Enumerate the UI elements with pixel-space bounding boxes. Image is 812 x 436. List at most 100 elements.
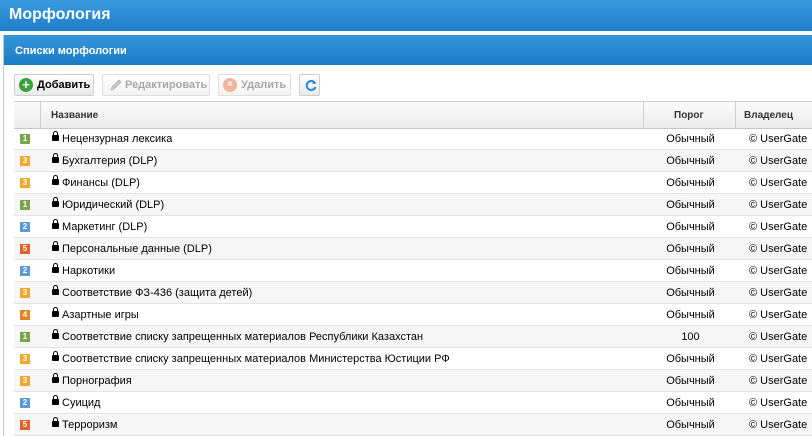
row-threshold: Обычный xyxy=(666,133,715,145)
row-threshold: Обычный xyxy=(666,287,715,299)
row-name: Соответствие списку запрещенных материал… xyxy=(62,353,450,365)
window-titlebar: Морфология xyxy=(0,0,812,31)
row-name: Персональные данные (DLP) xyxy=(62,243,212,255)
row-owner: © UserGate xyxy=(749,243,808,255)
table-row[interactable]: 3 Бухгалтерия (DLP) Обычный © UserGate xyxy=(14,150,812,172)
level-badge: 2 xyxy=(20,266,30,276)
row-owner: © UserGate xyxy=(749,155,808,167)
table-header: Название Порог Владелец xyxy=(14,101,812,129)
lock-icon xyxy=(52,417,59,427)
row-name: Бухгалтерия (DLP) xyxy=(62,155,158,167)
level-badge: 3 xyxy=(20,156,30,166)
table-row[interactable]: 3 Соответствие ФЗ-436 (защита детей) Обычн… xyxy=(14,282,812,304)
lock-icon xyxy=(52,373,59,383)
row-threshold: Обычный xyxy=(666,397,715,409)
table-row[interactable]: 2 Маркетинг (DLP) Обычный © UserGate xyxy=(14,216,812,238)
delete-icon: × xyxy=(223,78,237,92)
row-threshold: Обычный xyxy=(666,199,715,211)
row-name: Терроризм xyxy=(62,419,118,431)
level-badge: 1 xyxy=(20,134,30,144)
lock-icon xyxy=(52,131,59,141)
level-badge: 3 xyxy=(20,354,30,364)
lock-icon xyxy=(52,153,59,163)
table-row[interactable]: 3 Финансы (DLP) Обычный © UserGate xyxy=(14,172,812,194)
refresh-icon xyxy=(305,80,317,91)
row-name: Юридический (DLP) xyxy=(62,199,165,211)
lock-icon xyxy=(52,395,59,405)
lock-icon xyxy=(52,329,59,339)
lock-icon xyxy=(52,285,59,295)
panel-title: Списки морфологии xyxy=(15,45,127,57)
level-badge: 5 xyxy=(20,420,30,430)
column-header-threshold[interactable]: Порог xyxy=(674,110,704,121)
table-row[interactable]: 5 Персональные данные (DLP) Обычный © UserG… xyxy=(14,238,812,260)
table-row[interactable]: 1 Нецензурная лексика Обычный © UserGate xyxy=(14,128,812,150)
row-name: Маркетинг (DLP) xyxy=(62,221,148,233)
row-threshold: Обычный xyxy=(666,375,715,387)
row-name: Соответствие ФЗ-436 (защита детей) xyxy=(62,287,253,299)
lock-icon xyxy=(52,351,59,361)
row-threshold: Обычный xyxy=(666,177,715,189)
delete-button[interactable]: × Удалить xyxy=(218,74,291,96)
level-badge: 3 xyxy=(20,288,30,298)
morphology-panel: Списки морфологии + Добавить Редактирова… xyxy=(3,35,812,436)
row-name: Суицид xyxy=(62,397,101,409)
row-owner: © UserGate xyxy=(749,309,808,321)
row-threshold: Обычный xyxy=(666,265,715,277)
row-owner: © UserGate xyxy=(749,265,808,277)
row-threshold: Обычный xyxy=(666,309,715,321)
row-threshold: 100 xyxy=(681,331,700,343)
row-name: Порнография xyxy=(62,375,132,387)
lock-icon xyxy=(52,219,59,229)
delete-button-label: Удалить xyxy=(241,79,287,91)
row-owner: © UserGate xyxy=(749,221,808,233)
level-badge: 3 xyxy=(20,376,30,386)
row-threshold: Обычный xyxy=(666,243,715,255)
row-owner: © UserGate xyxy=(749,331,808,343)
panel-header: Списки морфологии xyxy=(4,35,812,65)
level-badge: 1 xyxy=(20,200,30,210)
lock-icon xyxy=(52,197,59,207)
row-owner: © UserGate xyxy=(749,199,808,211)
row-owner: © UserGate xyxy=(749,287,808,299)
row-owner: © UserGate xyxy=(749,397,808,409)
refresh-button[interactable] xyxy=(299,74,320,96)
level-badge: 3 xyxy=(20,178,30,188)
edit-button[interactable]: Редактировать xyxy=(102,74,210,96)
level-badge: 1 xyxy=(20,332,30,342)
row-name: Нецензурная лексика xyxy=(62,133,173,145)
lock-icon xyxy=(52,263,59,273)
row-threshold: Обычный xyxy=(666,353,715,365)
lock-icon xyxy=(52,241,59,251)
column-header-name[interactable]: Название xyxy=(51,110,98,121)
table-body: 1 Нецензурная лексика Обычный © UserGate 3 Бу… xyxy=(14,128,812,436)
table-row[interactable]: 2 Суицид Обычный © UserGate xyxy=(14,392,812,414)
edit-button-label: Редактировать xyxy=(125,79,208,91)
table-row[interactable]: 3 Соответствие списку запрещенных материа… xyxy=(14,348,812,370)
table-row[interactable]: 1 Соответствие списку запрещенных материа… xyxy=(14,326,812,348)
table-row[interactable]: 4 Азартные игры Обычный © UserGate xyxy=(14,304,812,326)
row-owner: © UserGate xyxy=(749,133,808,145)
level-badge: 5 xyxy=(20,244,30,254)
table-row[interactable]: 5 Терроризм Обычный © UserGate xyxy=(14,414,812,436)
row-threshold: Обычный xyxy=(666,419,715,431)
row-name: Соответствие списку запрещенных материал… xyxy=(62,331,424,343)
plus-icon: + xyxy=(19,78,33,92)
row-owner: © UserGate xyxy=(749,177,808,189)
column-header-owner[interactable]: Владелец xyxy=(744,110,793,121)
row-name: Финансы (DLP) xyxy=(62,177,140,189)
row-owner: © UserGate xyxy=(749,353,808,365)
level-badge: 2 xyxy=(20,398,30,408)
window-title: Морфология xyxy=(9,6,111,23)
lock-icon xyxy=(52,307,59,317)
table-row[interactable]: 3 Порнография Обычный © UserGate xyxy=(14,370,812,392)
row-threshold: Обычный xyxy=(666,155,715,167)
add-button-label: Добавить xyxy=(37,79,91,91)
add-button[interactable]: + Добавить xyxy=(14,74,94,96)
row-owner: © UserGate xyxy=(749,419,808,431)
level-badge: 4 xyxy=(20,310,30,320)
row-name: Азартные игры xyxy=(62,309,139,321)
row-threshold: Обычный xyxy=(666,221,715,233)
table-row[interactable]: 2 Наркотики Обычный © UserGate xyxy=(14,260,812,282)
table-row[interactable]: 1 Юридический (DLP) Обычный © UserGate xyxy=(14,194,812,216)
